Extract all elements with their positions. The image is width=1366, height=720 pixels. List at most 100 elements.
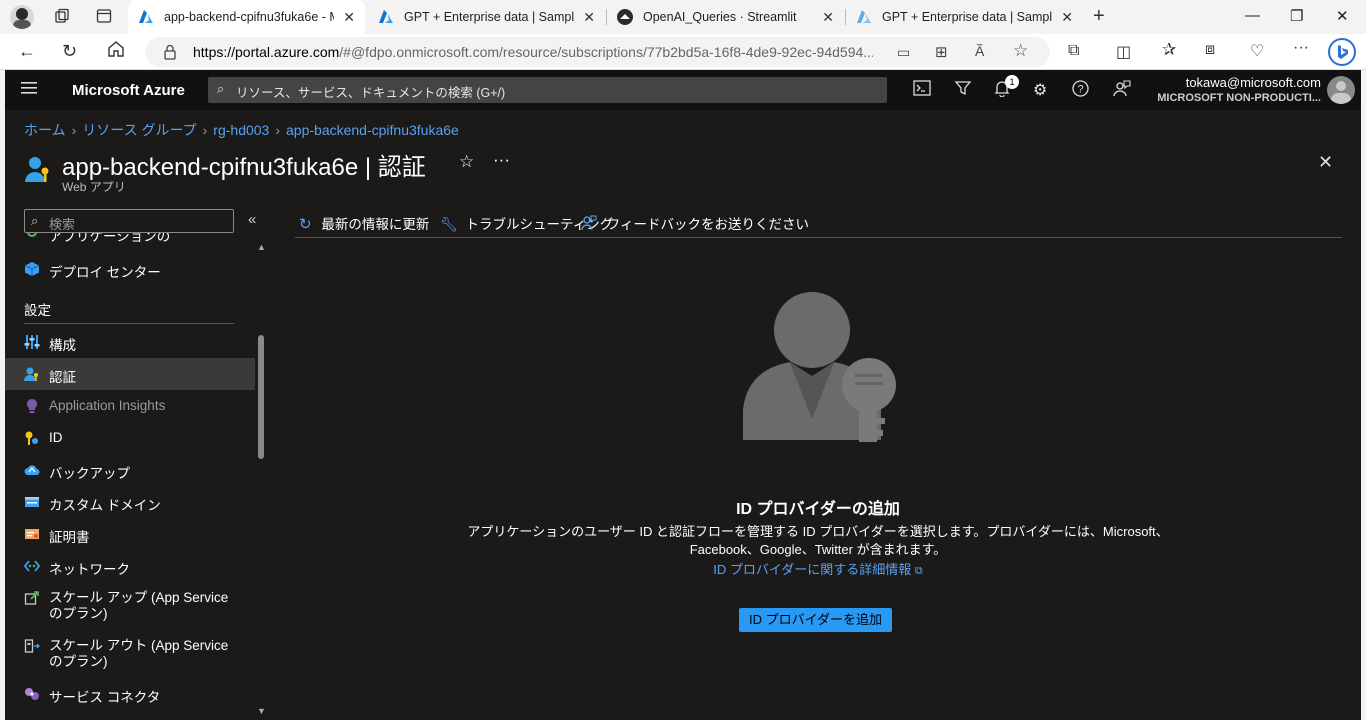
menu-item-label: バックアップ: [49, 466, 130, 481]
copilot-icon[interactable]: [1328, 38, 1356, 66]
hamburger-menu-icon[interactable]: [21, 81, 37, 95]
split-screen-icon[interactable]: ◫: [1116, 42, 1131, 62]
browser-tab[interactable]: GPT + Enterprise data | Sample ✕: [846, 0, 1083, 34]
menu-item-partial[interactable]: アプリケーションの: [5, 233, 255, 243]
new-tab-icon[interactable]: +: [1093, 5, 1105, 28]
azure-icon: [856, 9, 872, 25]
directory-filter-icon[interactable]: [954, 80, 972, 101]
page-title: app-backend-cpifnu3fuka6e | 認証: [62, 154, 426, 181]
workspaces-icon[interactable]: [54, 8, 70, 24]
learn-more-link[interactable]: ID プロバイダーに関する詳細情報 ⧉: [275, 559, 1361, 578]
scroll-up-arrow-icon[interactable]: ▲: [257, 242, 266, 252]
azure-portal: Microsoft Azure ⌕ リソース、サービス、ドキュメントの検索 (G…: [5, 70, 1361, 720]
help-icon[interactable]: ?: [1072, 80, 1089, 102]
app-insights-partial-icon: [27, 233, 37, 237]
browser-essentials-icon[interactable]: ♡: [1250, 41, 1264, 61]
empty-state-description-line2: Facebook、Google、Twitter が含まれます。: [689, 542, 947, 557]
menu-item-certificates[interactable]: 証明書: [5, 518, 255, 550]
lock-icon[interactable]: [163, 44, 177, 60]
extensions-icon[interactable]: ⧉: [1068, 42, 1079, 60]
address-bar-row: ← ↻ https://portal.azure.com/#@fdpo.onmi…: [0, 34, 1366, 70]
menu-item-deploy-center[interactable]: デプロイ センター: [5, 253, 255, 285]
menu-item-scale-out[interactable]: スケール アウト (App Service のプラン): [5, 630, 255, 678]
menu-scrollbar[interactable]: [255, 239, 267, 720]
tab-title: app-backend-cpifnu3fuka6e - Mi: [164, 10, 334, 24]
user-email[interactable]: tokawa@microsoft.com: [1186, 75, 1321, 90]
certificate-icon: [24, 526, 40, 542]
menu-item-label: カスタム ドメイン: [49, 498, 161, 513]
url-host: https://portal.azure.com: [193, 44, 340, 60]
settings-gear-icon[interactable]: ⚙: [1033, 80, 1047, 100]
search-placeholder: リソース、サービス、ドキュメントの検索 (G+/): [236, 86, 506, 100]
empty-state-description-line1: アプリケーションのユーザー ID と認証フローを管理する ID プロバイダーを選…: [467, 524, 1169, 539]
notification-count-badge: 1: [1005, 75, 1019, 89]
back-icon[interactable]: ←: [18, 41, 36, 62]
menu-item-application-insights[interactable]: Application Insights: [5, 390, 255, 422]
user-avatar[interactable]: [1327, 76, 1355, 104]
section-divider: [24, 323, 234, 324]
scale-out-icon: [24, 638, 40, 654]
brand-title[interactable]: Microsoft Azure: [72, 82, 185, 99]
close-icon[interactable]: ✕: [343, 9, 355, 26]
profile-avatar[interactable]: [10, 5, 34, 29]
search-icon: ⌕: [217, 81, 225, 96]
menu-item-configuration[interactable]: 構成: [5, 326, 255, 358]
browser-tab-active[interactable]: app-backend-cpifnu3fuka6e - Mi ✕: [128, 0, 365, 34]
read-aloud-icon[interactable]: A᷈: [975, 43, 984, 59]
global-search-input[interactable]: ⌕ リソース、サービス、ドキュメントの検索 (G+/): [208, 77, 887, 103]
portal-top-nav: Microsoft Azure ⌕ リソース、サービス、ドキュメントの検索 (G…: [5, 70, 1361, 110]
menu-item-custom-domain[interactable]: カスタム ドメイン: [5, 486, 255, 518]
breadcrumb-app[interactable]: app-backend-cpifnu3fuka6e: [286, 122, 459, 138]
restore-icon[interactable]: ❐: [1290, 7, 1303, 25]
feedback-icon[interactable]: [1113, 80, 1131, 102]
collapse-menu-icon[interactable]: «: [248, 211, 256, 228]
resource-menu: ⌕ 検索 « アプリケーションの デプロイ センター 設定 構成 認証 Appl…: [5, 202, 267, 720]
menu-item-service-connector[interactable]: サービス コネクタ: [5, 678, 255, 710]
user-tenant[interactable]: MICROSOFT NON-PRODUCTI...: [1157, 92, 1321, 104]
chevron-right-icon: ›: [275, 122, 281, 138]
breadcrumb-resource-groups[interactable]: リソース グループ: [82, 122, 196, 138]
scroll-down-arrow-icon[interactable]: ▼: [257, 706, 266, 716]
tab-actions-icon[interactable]: [96, 8, 112, 24]
auth-icon: [24, 366, 40, 382]
refresh-icon: ↻: [299, 216, 312, 233]
collections-icon[interactable]: ⧈: [1205, 41, 1215, 59]
browser-tab[interactable]: GPT + Enterprise data | Sample ✕: [368, 0, 605, 34]
browser-tab[interactable]: OpenAI_Queries · Streamlit ✕: [607, 0, 844, 34]
menu-item-label: デプロイ センター: [49, 265, 161, 280]
read-mode-icon[interactable]: ▭: [897, 44, 910, 61]
menu-item-identity[interactable]: ID: [5, 422, 255, 454]
feedback-button[interactable]: フィードバックをお送りください: [581, 213, 809, 233]
identity-provider-illustration-icon: [735, 290, 905, 450]
breadcrumb-home[interactable]: ホーム: [24, 122, 66, 138]
close-icon[interactable]: ✕: [583, 9, 595, 26]
menu-item-networking[interactable]: ネットワーク: [5, 550, 255, 582]
menu-search-input[interactable]: ⌕ 検索: [24, 209, 234, 233]
menu-search-placeholder: 検索: [49, 217, 76, 232]
more-options-icon[interactable]: ···: [493, 150, 510, 170]
close-icon[interactable]: ✕: [822, 9, 834, 26]
cloud-shell-icon[interactable]: [913, 80, 931, 101]
menu-item-label: ID: [49, 430, 63, 445]
close-icon[interactable]: ✕: [1061, 9, 1073, 26]
domain-icon: [24, 494, 40, 510]
favorites-icon[interactable]: ✰: [1162, 40, 1176, 60]
menu-scrollbar-thumb[interactable]: [258, 335, 264, 459]
favorite-star-icon[interactable]: ☆: [1013, 41, 1028, 61]
menu-item-authentication[interactable]: 認証: [5, 358, 255, 390]
refresh-button[interactable]: ↻ 最新の情報に更新: [299, 213, 429, 233]
breadcrumb-resource-group[interactable]: rg-hd003: [213, 122, 269, 138]
refresh-icon[interactable]: ↻: [62, 41, 77, 62]
url-field[interactable]: https://portal.azure.com/#@fdpo.onmicros…: [145, 37, 1050, 67]
add-identity-provider-button[interactable]: ID プロバイダーを追加: [739, 608, 892, 632]
more-icon[interactable]: ···: [1293, 39, 1309, 57]
menu-item-scale-up[interactable]: スケール アップ (App Service のプラン): [5, 582, 255, 630]
home-icon[interactable]: [107, 40, 125, 63]
close-blade-icon[interactable]: ✕: [1318, 152, 1333, 173]
apps-icon[interactable]: ⊞: [935, 43, 948, 61]
minimize-icon[interactable]: —: [1245, 7, 1260, 24]
window-close-icon[interactable]: ✕: [1336, 7, 1349, 25]
url-path: /#@fdpo.onmicrosoft.com/resource/subscri…: [339, 44, 873, 60]
favorite-star-icon[interactable]: ☆: [459, 152, 474, 172]
menu-item-backup[interactable]: バックアップ: [5, 454, 255, 486]
